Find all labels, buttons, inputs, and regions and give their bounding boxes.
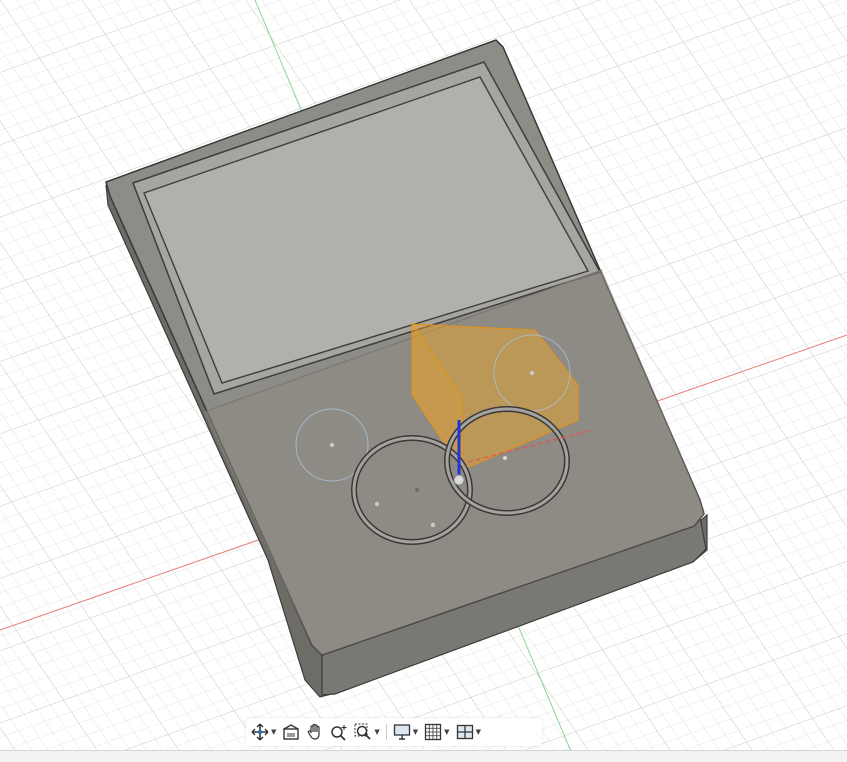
orbit-button[interactable]: ▼ [249,720,278,744]
viewport-scene[interactable] [0,0,847,761]
navigation-toolbar: ▼ ▼ ▼ ▼ ▼ [246,718,542,746]
orbit-icon [251,723,269,741]
zoom-icon [331,725,347,741]
construction-point-bottom [374,501,380,507]
chevron-down-icon[interactable]: ▼ [374,728,379,736]
fit-button[interactable]: ▼ [352,720,381,744]
pan-button[interactable] [304,720,326,744]
status-bar [0,750,847,762]
pan-hand-icon [308,723,320,740]
chevron-down-icon[interactable]: ▼ [444,728,449,736]
construction-point-mid [430,522,436,528]
grid-icon [425,723,442,741]
construction-point-right [529,370,535,376]
chevron-down-icon[interactable]: ▼ [413,728,418,736]
construction-point-left [329,442,335,448]
groove-center-point [415,488,419,492]
grid-snaps-button[interactable]: ▼ [422,720,451,744]
look-at-button[interactable] [280,720,302,744]
zoom-button[interactable] [328,720,350,744]
viewports-icon [456,724,473,740]
zoom-window-icon [354,723,372,740]
chevron-down-icon[interactable]: ▼ [476,728,481,736]
look-at-icon [283,724,300,740]
viewports-button[interactable]: ▼ [454,720,483,744]
origin-point[interactable] [453,474,465,486]
chevron-down-icon[interactable]: ▼ [271,728,276,736]
sketch-center-point [503,456,507,460]
display-settings-icon [393,724,410,740]
display-settings-button[interactable]: ▼ [391,720,420,744]
canvas-3d-viewport[interactable] [0,0,847,761]
toolbar-divider [385,724,387,740]
